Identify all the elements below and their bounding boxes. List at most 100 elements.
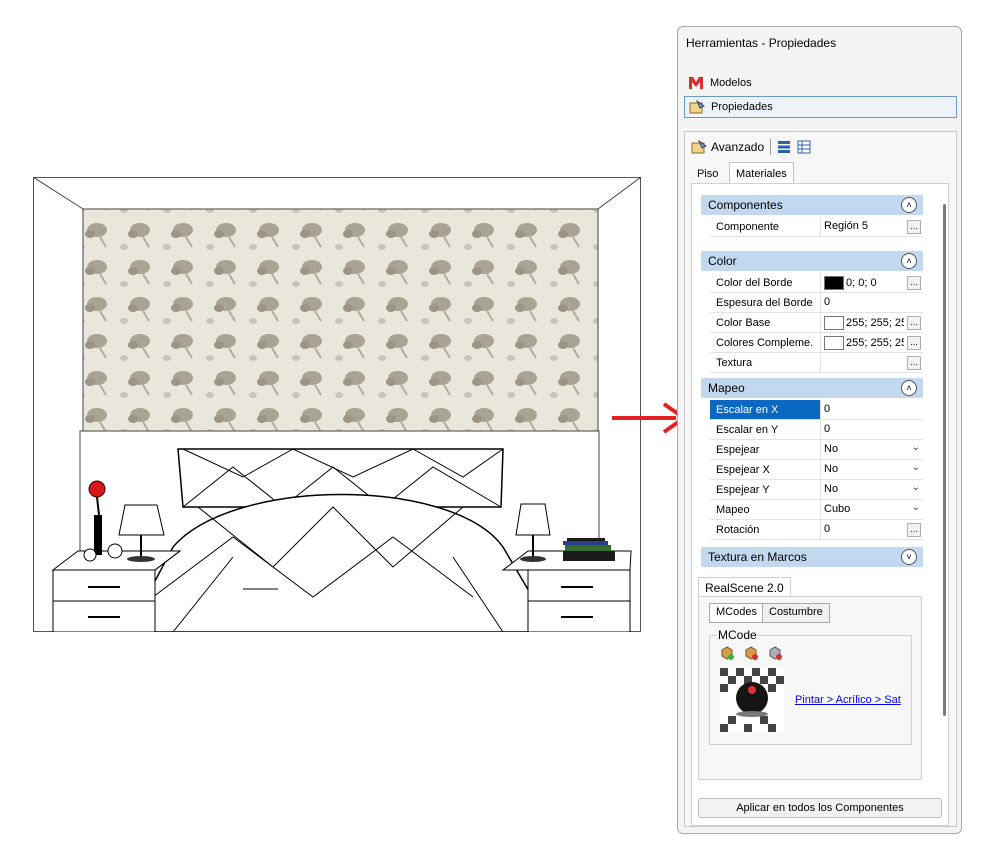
- section-mapeo[interactable]: Mapeo ˄: [701, 378, 923, 398]
- row-divider: [820, 440, 821, 460]
- section-componentes[interactable]: Componentes ˄: [701, 195, 923, 215]
- section-color[interactable]: Color ˄: [701, 251, 923, 271]
- chevron-down-icon[interactable]: ⌄: [912, 442, 920, 453]
- properties-panel: Herramientas - Propiedades Modelos Propi…: [677, 26, 962, 834]
- property-row[interactable]: Espejear X No ⌄: [710, 460, 923, 480]
- clear-mcode-icon[interactable]: [768, 646, 782, 660]
- mcode-group: MCode Pintar > Acrílico > Sat: [709, 628, 912, 745]
- collapse-icon[interactable]: ˄: [901, 253, 917, 269]
- row-divider: [820, 500, 821, 520]
- section-textura-marcos[interactable]: Textura en Marcos ˅: [701, 547, 923, 567]
- ellipsis-button[interactable]: ...: [907, 523, 921, 537]
- bedroom-drawing-svg: [32, 176, 642, 633]
- chevron-down-icon[interactable]: ⌄: [912, 502, 920, 513]
- property-row[interactable]: Escalar en Y 0: [710, 420, 923, 440]
- nav-models-label: Modelos: [710, 77, 752, 89]
- collapse-icon[interactable]: ˄: [901, 197, 917, 213]
- color-swatch: [824, 316, 844, 330]
- property-key: Color del Borde: [716, 277, 793, 289]
- materials-content: Componentes ˄ Componente Región 5 ... Co…: [691, 183, 949, 826]
- property-value[interactable]: 0: [824, 403, 904, 415]
- property-key: Color Base: [716, 317, 771, 329]
- property-value: No: [824, 463, 839, 475]
- property-key: Escalar en X: [710, 400, 820, 419]
- property-key: Rotación: [716, 524, 760, 536]
- avanzado-icon: [691, 140, 707, 154]
- collapse-icon[interactable]: ˄: [901, 380, 917, 396]
- categorized-view-icon[interactable]: [777, 140, 791, 154]
- models-icon: [689, 77, 703, 89]
- realscene-box: MCodes Costumbre MCode Pintar > Acrílico…: [698, 596, 922, 780]
- ellipsis-button[interactable]: ...: [907, 316, 921, 330]
- property-row[interactable]: Componente Región 5 ...: [710, 217, 923, 237]
- row-divider: [820, 460, 821, 480]
- color-swatch: [824, 276, 844, 290]
- property-key: Mapeo: [716, 504, 750, 516]
- remove-mcode-icon[interactable]: [744, 646, 758, 660]
- color-swatch: [824, 336, 844, 350]
- material-link[interactable]: Pintar > Acrílico > Sat: [795, 694, 901, 706]
- ellipsis-button[interactable]: ...: [907, 356, 921, 370]
- row-divider: [820, 520, 821, 540]
- tab-costumbre[interactable]: Costumbre: [762, 603, 830, 623]
- mcode-group-label: MCode: [716, 628, 759, 642]
- property-row[interactable]: Espejear Y No ⌄: [710, 480, 923, 500]
- apply-all-button[interactable]: Aplicar en todos los Componentes: [698, 798, 942, 818]
- property-value: Región 5: [824, 220, 869, 232]
- row-divider: [820, 217, 821, 237]
- property-value: Cubo: [824, 503, 851, 515]
- property-key: Espejear X: [716, 464, 770, 476]
- toolbar-separator: [770, 139, 772, 155]
- property-row[interactable]: Espesura del Borde 0: [710, 293, 923, 313]
- property-row-selected[interactable]: Escalar en X 0: [710, 400, 923, 420]
- property-key: Espejear Y: [716, 484, 770, 496]
- property-row[interactable]: Color del Borde 0; 0; 0 ...: [710, 273, 923, 293]
- property-value: 255; 255; 25: [824, 336, 904, 350]
- table-view-icon[interactable]: [797, 140, 811, 154]
- bedroom-drawing: [32, 176, 642, 633]
- tab-materiales[interactable]: Materiales: [729, 162, 794, 184]
- row-divider: [820, 400, 821, 420]
- property-value: 255; 255; 25: [824, 316, 904, 330]
- nav-properties[interactable]: Propiedades: [684, 96, 957, 118]
- property-value: 0: [824, 423, 831, 435]
- property-row[interactable]: Mapeo Cubo ⌄: [710, 500, 923, 520]
- material-preview-thumbnail: [720, 668, 784, 732]
- property-row[interactable]: Colores Compleme... 255; 255; 25 ...: [710, 333, 923, 353]
- tab-realscene[interactable]: RealScene 2.0: [698, 577, 791, 597]
- row-divider: [820, 313, 821, 333]
- properties-icon: [689, 100, 705, 114]
- ellipsis-button[interactable]: ...: [907, 276, 921, 290]
- nav-models[interactable]: Modelos: [684, 72, 957, 94]
- section-mapeo-title: Mapeo: [708, 381, 745, 395]
- vertical-scrollbar[interactable]: [943, 204, 946, 716]
- tab-piso[interactable]: Piso: [691, 164, 724, 183]
- property-value: No: [824, 483, 839, 495]
- panel-title: Herramientas - Propiedades: [686, 36, 837, 50]
- property-row[interactable]: Rotación 0 ...: [710, 520, 923, 540]
- chevron-down-icon[interactable]: ⌄: [912, 462, 920, 473]
- avanzado-button[interactable]: Avanzado: [711, 140, 764, 154]
- section-componentes-title: Componentes: [708, 198, 783, 212]
- property-key: Escalar en Y: [716, 424, 779, 436]
- tab-mcodes[interactable]: MCodes: [709, 603, 764, 623]
- property-row[interactable]: Textura ...: [710, 353, 923, 373]
- chevron-down-icon[interactable]: ⌄: [912, 482, 920, 493]
- property-value: No: [824, 443, 839, 455]
- property-key: Espejear: [716, 444, 760, 456]
- ellipsis-button[interactable]: ...: [907, 220, 921, 234]
- color-value: 0; 0; 0: [846, 276, 877, 289]
- color-value: 255; 255; 25: [846, 316, 904, 329]
- section-textura-marcos-title: Textura en Marcos: [708, 550, 807, 564]
- ellipsis-button[interactable]: ...: [907, 336, 921, 350]
- property-row[interactable]: Color Base 255; 255; 25 ...: [710, 313, 923, 333]
- row-divider: [820, 333, 821, 353]
- property-value: 0: [824, 296, 831, 308]
- properties-body: Avanzado Piso Materiales Componentes ˄ C…: [684, 131, 957, 827]
- expand-icon[interactable]: ˅: [901, 549, 917, 565]
- row-divider: [820, 420, 821, 440]
- property-key: Componente: [716, 221, 779, 233]
- toolbar: Avanzado: [691, 137, 811, 157]
- add-mcode-icon[interactable]: [720, 646, 734, 660]
- property-row[interactable]: Espejear No ⌄: [710, 440, 923, 460]
